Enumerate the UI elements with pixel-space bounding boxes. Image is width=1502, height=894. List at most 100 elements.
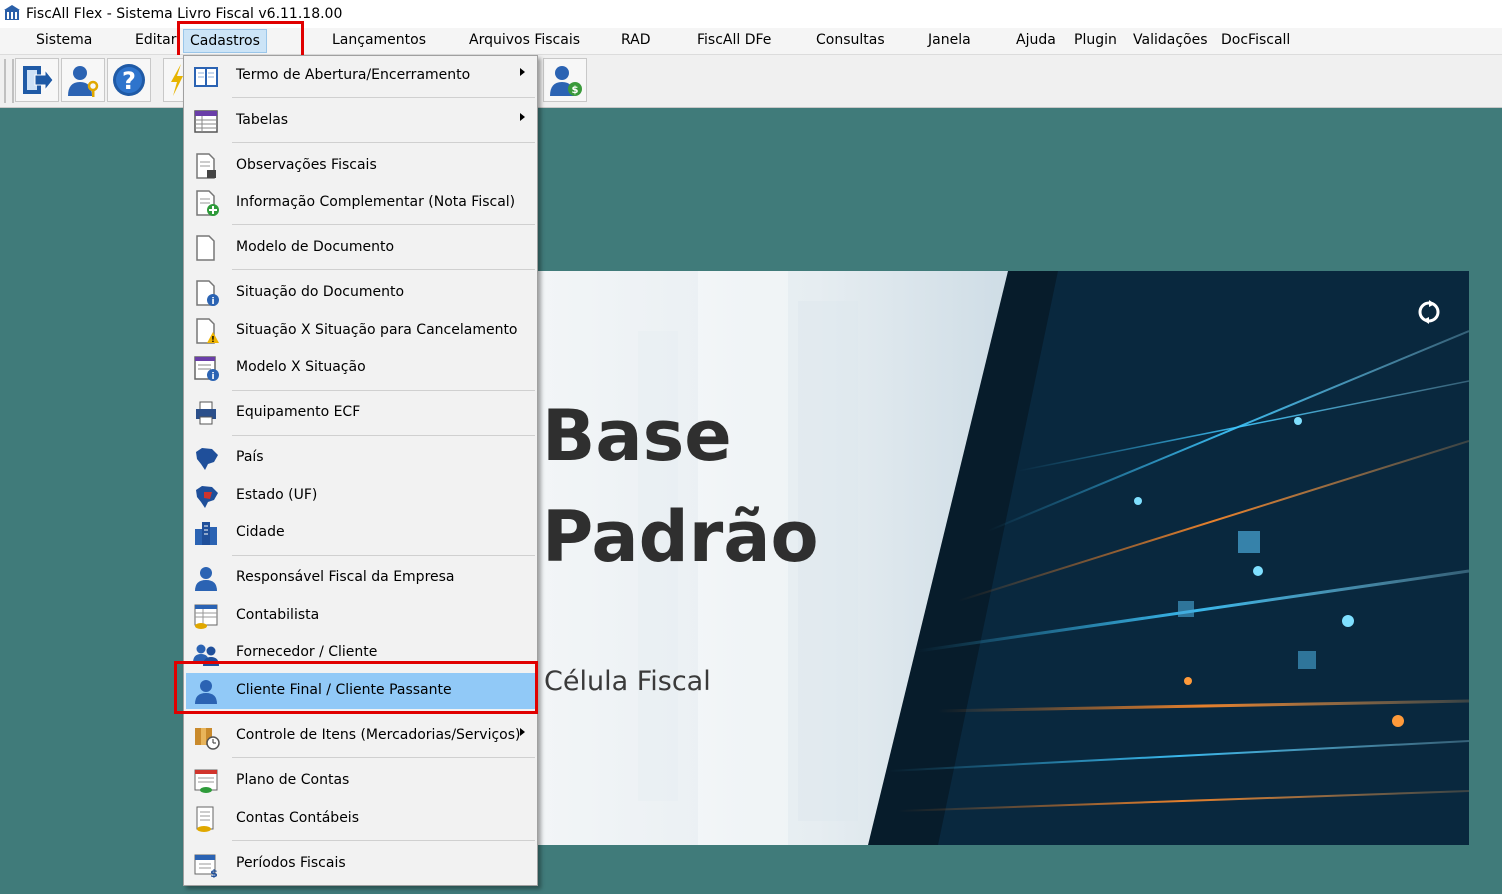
user-money-button[interactable]: $ <box>543 58 587 102</box>
list-info-icon: i <box>194 356 219 382</box>
menu-item-estado[interactable]: Estado (UF) <box>186 478 535 514</box>
blank-document-icon <box>196 235 215 261</box>
menu-item-periodos-fiscais[interactable]: $ Períodos Fiscais <box>186 846 535 882</box>
menu-item-label: Cliente Final / Cliente Passante <box>236 682 452 698</box>
menu-item-contabilista[interactable]: Contabilista <box>186 598 535 634</box>
menu-item-controle-itens[interactable]: Controle de Itens (Mercadorias/Serviços) <box>186 718 535 754</box>
lightning-button[interactable] <box>163 58 185 102</box>
box-clock-icon <box>195 728 220 750</box>
menu-item-responsavel-fiscal[interactable]: Responsável Fiscal da Empresa <box>186 560 535 596</box>
menu-docfiscall[interactable]: DocFiscall <box>1221 32 1290 48</box>
menu-separator <box>232 224 535 225</box>
exit-button[interactable] <box>15 58 59 102</box>
menu-item-label: Controle de Itens (Mercadorias/Serviços) <box>236 727 521 743</box>
menu-item-label: Estado (UF) <box>236 487 318 503</box>
svg-text:i: i <box>211 372 214 382</box>
menu-item-modelo-situacao[interactable]: i Modelo X Situação <box>186 350 535 386</box>
menu-item-label: Fornecedor / Cliente <box>236 644 378 660</box>
svg-text:$: $ <box>572 85 579 96</box>
menu-item-fornecedor-cliente[interactable]: Fornecedor / Cliente <box>186 635 535 671</box>
menu-item-situacao-cancelamento[interactable]: ! Situação X Situação para Cancelamento <box>186 313 535 349</box>
splash-image: Base Padrão Célula Fiscal <box>538 271 1469 845</box>
menu-item-label: Modelo de Documento <box>236 239 395 255</box>
menu-sistema[interactable]: Sistema <box>36 32 92 48</box>
cadastros-dropdown-menu: Termo de Abertura/Encerramento Tabelas O… <box>183 55 538 886</box>
menu-rad[interactable]: RAD <box>621 32 651 48</box>
menu-plugin[interactable]: Plugin <box>1074 32 1117 48</box>
menu-item-label: Modelo X Situação <box>236 359 366 375</box>
menu-separator <box>232 97 535 98</box>
menu-item-label: Tabelas <box>236 112 289 128</box>
svg-text:$: $ <box>210 867 218 878</box>
menu-item-label: Períodos Fiscais <box>236 855 346 871</box>
menu-item-pais[interactable]: País <box>186 440 535 476</box>
menu-separator <box>232 269 535 270</box>
app-logo-icon <box>4 5 20 20</box>
help-icon: ? <box>113 64 145 96</box>
menu-janela[interactable]: Janela <box>928 32 971 48</box>
menu-separator <box>232 390 535 391</box>
document-warning-icon: ! <box>196 318 219 344</box>
menu-item-label: Observações Fiscais <box>236 157 377 173</box>
menu-item-label: Equipamento ECF <box>236 404 361 420</box>
menu-separator <box>232 840 535 841</box>
menu-item-situacao-documento[interactable]: i Situação do Documento <box>186 275 535 311</box>
menu-item-termo-abertura[interactable]: Termo de Abertura/Encerramento <box>186 58 535 94</box>
person-icon <box>195 567 217 591</box>
menu-item-label: Cidade <box>236 524 285 540</box>
menu-item-label: Informação Complementar (Nota Fiscal) <box>236 194 516 210</box>
menu-separator <box>232 142 535 143</box>
splash-title-line-2: Padrão <box>542 496 819 578</box>
menu-fiscall-dfe[interactable]: FiscAll DFe <box>697 32 771 48</box>
menu-item-label: Responsável Fiscal da Empresa <box>236 569 455 585</box>
accounts-icon <box>196 806 214 832</box>
menu-item-plano-contas[interactable]: Plano de Contas <box>186 763 535 799</box>
menu-ajuda[interactable]: Ajuda <box>1016 32 1056 48</box>
user-key-icon <box>68 66 99 97</box>
help-button[interactable]: ? <box>107 58 151 102</box>
calendar-money-icon: $ <box>194 854 218 878</box>
svg-text:i: i <box>211 297 214 307</box>
refresh-icon <box>1418 300 1440 324</box>
menu-item-observacoes-fiscais[interactable]: Observações Fiscais <box>186 148 535 184</box>
document-search-icon <box>196 153 216 179</box>
menu-separator <box>232 712 535 713</box>
document-info-icon: i <box>196 280 219 307</box>
printer-icon <box>196 401 216 425</box>
accountant-icon <box>194 604 218 629</box>
exit-icon <box>23 66 54 94</box>
menu-separator <box>232 435 535 436</box>
book-icon <box>194 67 218 87</box>
menu-item-label: Situação do Documento <box>236 284 405 300</box>
user-key-button[interactable] <box>61 58 105 102</box>
brazil-map-icon <box>196 448 218 470</box>
menu-item-label: Contas Contábeis <box>236 810 359 826</box>
menu-editar[interactable]: Editar <box>135 32 176 48</box>
user-money-icon: $ <box>550 66 582 96</box>
person-icon <box>195 680 217 704</box>
city-icon <box>195 522 217 545</box>
menu-item-contas-contabeis[interactable]: Contas Contábeis <box>186 801 535 837</box>
menu-item-cliente-final[interactable]: Cliente Final / Cliente Passante <box>186 673 535 709</box>
title-bar: FiscAll Flex - Sistema Livro Fiscal v6.1… <box>0 0 1502 28</box>
menu-lancamentos[interactable]: Lançamentos <box>332 32 426 48</box>
menu-item-label: Plano de Contas <box>236 772 350 788</box>
menu-item-label: Termo de Abertura/Encerramento <box>236 67 471 83</box>
menu-item-equipamento-ecf[interactable]: Equipamento ECF <box>186 395 535 431</box>
menu-item-modelo-documento[interactable]: Modelo de Documento <box>186 230 535 266</box>
submenu-arrow-icon <box>520 113 525 121</box>
menu-consultas[interactable]: Consultas <box>816 32 885 48</box>
menu-arquivos-fiscais[interactable]: Arquivos Fiscais <box>469 32 580 48</box>
splash-subtitle: Célula Fiscal <box>544 666 711 697</box>
toolbar-grip[interactable] <box>4 59 14 103</box>
menu-separator <box>232 757 535 758</box>
menu-item-label: Contabilista <box>236 607 320 623</box>
menu-item-informacao-complementar[interactable]: Informação Complementar (Nota Fiscal) <box>186 185 535 221</box>
submenu-arrow-icon <box>520 728 525 736</box>
menu-item-cidade[interactable]: Cidade <box>186 515 535 551</box>
menu-validacoes[interactable]: Validações <box>1133 32 1207 48</box>
menu-item-tabelas[interactable]: Tabelas <box>186 103 535 139</box>
svg-text:?: ? <box>122 67 136 95</box>
menu-cadastros[interactable]: Cadastros <box>183 29 267 53</box>
splash-title-line-1: Base <box>542 395 732 477</box>
